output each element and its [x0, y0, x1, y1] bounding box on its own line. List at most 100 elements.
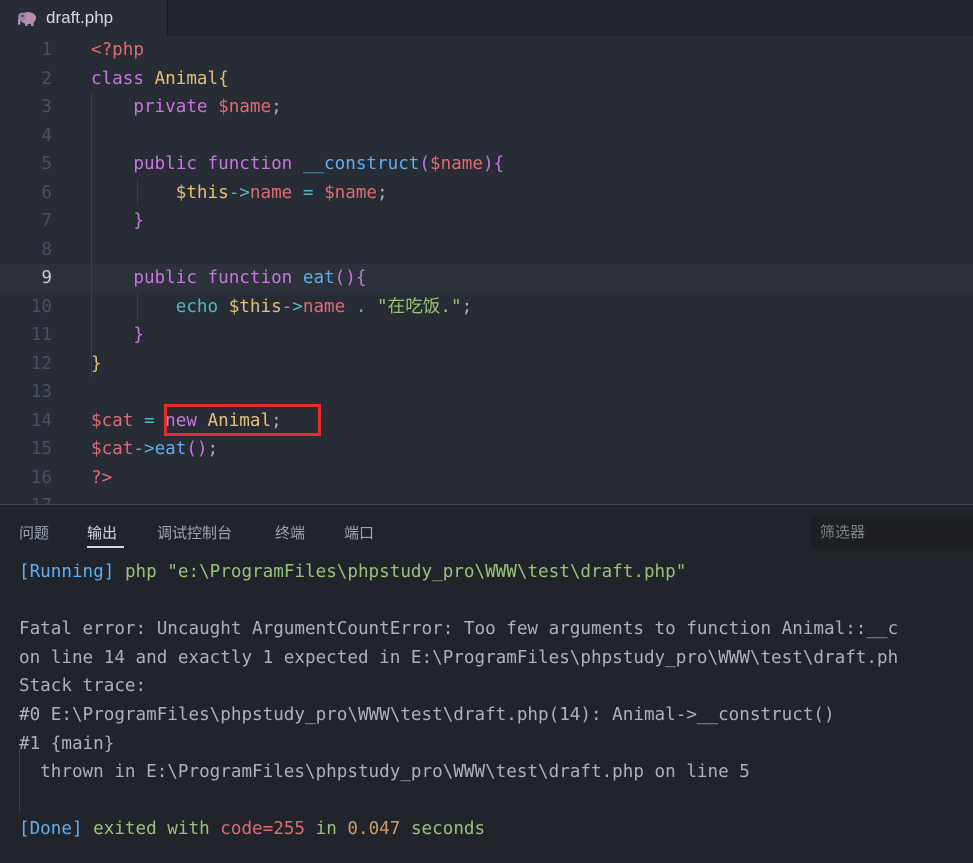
line-number: 17	[0, 492, 52, 504]
code-token: }	[133, 211, 144, 231]
panel-tab[interactable]: 终端	[275, 522, 305, 543]
code-token: name	[249, 182, 303, 203]
code-token: public	[133, 154, 208, 174]
code-token: $cat	[91, 410, 144, 431]
code-text: }	[91, 321, 144, 350]
output-line: [Running] php "e:\ProgramFiles\phpstudy_…	[19, 558, 686, 587]
line-number: 1	[41, 40, 52, 60]
output-token: [Done]	[19, 819, 94, 840]
line-number: 9	[41, 268, 52, 288]
code-token: Animal	[154, 68, 219, 89]
tab-draft-php[interactable]: draft.php	[0, 0, 168, 36]
panel-tab[interactable]: 输出	[87, 522, 117, 543]
output-token: Fatal error: Uncaught ArgumentCountError…	[19, 619, 899, 640]
line-number: 12	[30, 353, 52, 374]
php-elephant-icon	[17, 10, 37, 26]
code-token: function	[207, 268, 303, 288]
code-token: (	[419, 154, 430, 174]
code-text: }	[91, 207, 144, 236]
output-token: in	[305, 819, 348, 840]
code-line[interactable]: 4	[0, 122, 973, 151]
code-text: $this->name = $name;	[91, 179, 388, 208]
code-line[interactable]: 16 ?>	[0, 464, 973, 493]
line-number: 5	[41, 154, 52, 174]
code-editor[interactable]: 1716?>15$cat->eat();14$cat = new Animal;…	[0, 36, 973, 504]
code-line[interactable]: 13	[0, 378, 973, 407]
code-line[interactable]: 5 public function __construct($name){	[0, 150, 973, 179]
code-text: echo $this->name . "在吃饭.";	[91, 293, 472, 322]
line-number: 3	[41, 97, 52, 117]
code-line[interactable]: 6 $this->name = $name;	[0, 179, 973, 208]
output-line: [Done] exited with code=255 in 0.047 sec…	[19, 815, 485, 844]
code-token: ()	[186, 439, 208, 459]
line-number: 2	[41, 68, 52, 89]
code-line[interactable]: 14 $cat = new Animal;	[0, 407, 973, 436]
code-token: }	[91, 353, 102, 374]
code-token: eat	[302, 268, 335, 288]
code-token: ){	[482, 154, 505, 174]
code-token: .	[355, 296, 378, 317]
code-token: echo	[175, 296, 229, 317]
code-line[interactable]: 17	[0, 492, 973, 504]
code-token: =	[143, 410, 166, 431]
code-token: <?php	[91, 40, 144, 60]
output-line: Fatal error: Uncaught ArgumentCountError…	[19, 615, 898, 644]
line-number: 6	[41, 182, 52, 203]
line-number: 7	[41, 211, 52, 231]
code-token: class	[91, 68, 155, 89]
code-token: eat	[154, 439, 187, 459]
code-token: ;	[461, 296, 473, 317]
code-token: name	[302, 296, 356, 317]
code-token: public	[133, 268, 208, 288]
panel-tab[interactable]: 调试控制台	[157, 522, 232, 543]
code-line[interactable]: 1 <?php	[0, 36, 973, 65]
code-token: ->	[228, 182, 250, 203]
filter-input[interactable]	[811, 517, 970, 547]
code-line[interactable]: 2 class Animal{	[0, 65, 973, 94]
output-token: php "e:\ProgramFiles\phpstudy_pro\WWW\te…	[124, 562, 687, 582]
code-token: }	[133, 325, 144, 345]
indent-guide	[137, 292, 138, 320]
code-token: (){	[334, 268, 367, 288]
panel-tab[interactable]: 端口	[344, 522, 374, 543]
output-token: Stack trace:	[19, 676, 147, 697]
indent-guide	[137, 178, 138, 206]
code-token: $name	[324, 182, 378, 203]
code-line[interactable]: 7 }	[0, 207, 973, 236]
panel-tab[interactable]: 问题	[19, 522, 49, 543]
code-line[interactable]: 12}	[0, 350, 973, 379]
output-token: seconds	[400, 819, 486, 840]
output-token: 0.047	[347, 819, 401, 840]
code-line[interactable]: 9 public function eat(){	[0, 264, 973, 293]
code-line[interactable]: 3 private $name;	[0, 93, 973, 122]
code-token: ;	[271, 97, 282, 117]
code-token: $name	[430, 154, 483, 174]
code-token: ->	[133, 439, 155, 459]
code-token: ?>	[91, 467, 113, 488]
code-token: "在吃饭."	[377, 296, 462, 317]
line-number: 8	[41, 239, 52, 260]
filter-box[interactable]	[811, 517, 973, 549]
code-text: $cat->eat();	[91, 435, 218, 464]
code-line[interactable]: 11 }	[0, 321, 973, 350]
output-line: #1 {main}	[19, 730, 114, 759]
output-line: thrown in E:\ProgramFiles\phpstudy_pro\W…	[19, 758, 750, 787]
code-line[interactable]: 8	[0, 236, 973, 265]
line-number: 14	[30, 410, 52, 431]
code-token: ;	[207, 439, 219, 459]
code-token: =	[302, 182, 325, 203]
code-text: }	[91, 350, 102, 379]
output-token: #0 E:\ProgramFiles\phpstudy_pro\WWW\test…	[19, 705, 835, 725]
output-panel: 问题 输出 调试控制台 终端 端口 [Running] php "e:\ProgramF…	[0, 504, 973, 863]
code-token: $this	[228, 296, 282, 317]
code-line[interactable]: 10 echo $this->name . "在吃饭.";	[0, 293, 973, 322]
line-number: 15	[30, 439, 52, 459]
code-line[interactable]: 15 $cat->eat();	[0, 435, 973, 464]
output-line: Stack trace:	[19, 672, 146, 701]
